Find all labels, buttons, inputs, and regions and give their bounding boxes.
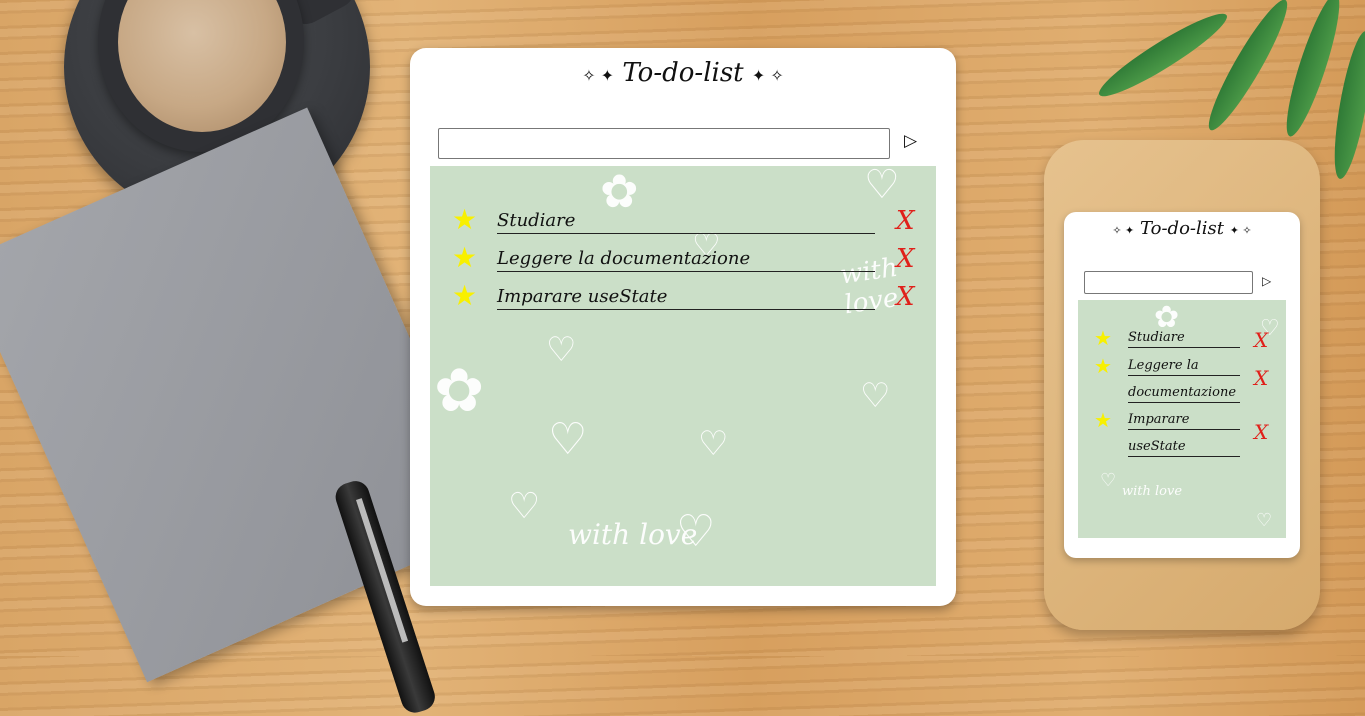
sparkle-icon: ✧ ✦ (582, 66, 615, 85)
heart-doodle-icon: ♡ (698, 424, 729, 464)
todo-item: ★ Studiare X (1078, 328, 1286, 355)
todo-item-text: Leggere la documentazione (497, 248, 875, 272)
todo-item-text: Imparare (1128, 412, 1240, 430)
todo-list: ✿ ♡ ♡ ♡ with love ★ Studiare X ★ Leggere la d… (1078, 300, 1286, 538)
plant-leaf (1327, 28, 1365, 182)
todo-input[interactable] (1084, 271, 1253, 294)
app-title: ✧ ✦ To-do-list ✦ ✧ (1064, 218, 1300, 239)
todo-item: ★ Studiare X (430, 206, 936, 242)
background-with-love-text: with love (1122, 484, 1183, 499)
heart-doodle-icon: ♡ (508, 486, 541, 527)
delete-icon[interactable]: X (1254, 368, 1268, 388)
star-icon[interactable]: ★ (1094, 410, 1112, 430)
todo-input[interactable] (438, 128, 890, 159)
star-icon[interactable]: ★ (452, 206, 477, 234)
sparkle-icon: ✧ ✦ (1112, 224, 1135, 237)
todo-item-text: useState (1128, 439, 1240, 457)
todo-app-mobile: ✧ ✦ To-do-list ✦ ✧ ▷ ✿ ♡ ♡ ♡ with love ★… (1064, 212, 1300, 558)
heart-doodle-icon: ♡ (548, 414, 588, 465)
todo-item: ★ Leggere la documentazione X (1078, 356, 1286, 410)
sparkle-icon: ✦ ✧ (751, 66, 784, 85)
app-title-text: To-do-list (1140, 218, 1224, 239)
star-icon[interactable]: ★ (452, 282, 477, 310)
sparkle-icon: ✦ ✧ (1229, 224, 1252, 237)
heart-doodle-icon: ♡ (860, 376, 891, 416)
background-with-love-text: with love (568, 518, 698, 551)
todo-item: ★ Imparare useState X (430, 282, 936, 318)
flower-doodle-icon: ✿ (434, 356, 485, 426)
heart-doodle-icon: ♡ (1256, 510, 1273, 531)
app-title: ✧ ✦ To-do-list ✦ ✧ (410, 58, 956, 88)
plant-leaf (1092, 4, 1234, 106)
star-icon[interactable]: ★ (452, 244, 477, 272)
star-icon[interactable]: ★ (1094, 328, 1112, 348)
heart-doodle-icon: ♡ (546, 330, 577, 370)
todo-app-desktop: ✧ ✦ To-do-list ✦ ✧ ▷ ✿ ♡ ♡ ♡ ✿ ♡ ♡ ♡ ♡ ♡… (410, 48, 956, 606)
send-icon[interactable]: ▷ (1262, 275, 1271, 287)
app-title-text: To-do-list (622, 58, 744, 88)
todo-item-text: Studiare (497, 210, 875, 234)
todo-item-text: Studiare (1128, 330, 1240, 348)
todo-item-text: Leggere la (1128, 358, 1240, 376)
heart-doodle-icon: ♡ (1100, 470, 1117, 491)
delete-icon[interactable]: X (896, 284, 915, 310)
todo-item: ★ Leggere la documentazione X (430, 244, 936, 280)
delete-icon[interactable]: X (896, 246, 915, 272)
todo-list: ✿ ♡ ♡ ♡ ✿ ♡ ♡ ♡ ♡ ♡ with love with love … (430, 166, 936, 586)
send-icon[interactable]: ▷ (904, 132, 917, 149)
todo-item-text: Imparare useState (497, 286, 875, 310)
todo-item-text: documentazione (1128, 385, 1240, 403)
heart-doodle-icon: ♡ (864, 166, 900, 208)
delete-icon[interactable]: X (1254, 330, 1268, 350)
todo-item: ★ Imparare useState X (1078, 410, 1286, 464)
star-icon[interactable]: ★ (1094, 356, 1112, 376)
delete-icon[interactable]: X (1254, 422, 1268, 442)
delete-icon[interactable]: X (896, 208, 915, 234)
